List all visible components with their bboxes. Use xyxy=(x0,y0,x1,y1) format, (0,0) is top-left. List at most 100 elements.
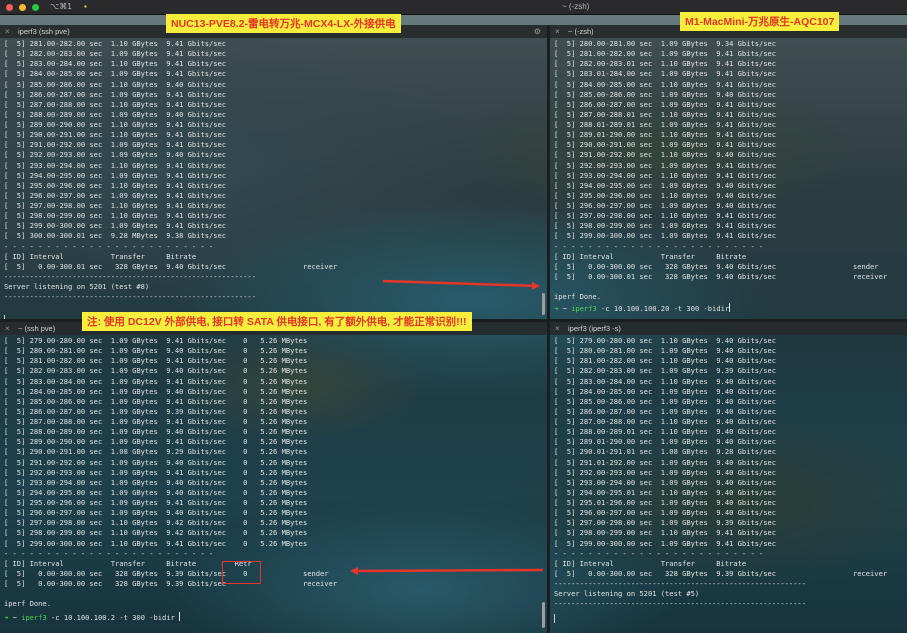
scrollbar[interactable] xyxy=(542,293,545,315)
terminal-cursor-line[interactable] xyxy=(554,614,555,626)
pane-top-left[interactable]: × iperf3 (ssh pve) ⚙ [ 5] 281.00-282.00 … xyxy=(0,25,547,319)
terminal-line: [ 5] 283.00-284.00 sec 1.10 GBytes 9.40 … xyxy=(554,376,777,386)
terminal-line: [ 5] 289.00-290.00 sec 1.09 GBytes 9.41 … xyxy=(4,437,308,447)
prompt-directory: ~ xyxy=(562,304,567,313)
terminal-line: [ 5] 285.00-286.00 sec 1.09 GBytes 9.41 … xyxy=(4,396,308,406)
pane-title: iperf3 (iperf3 -s) xyxy=(568,324,621,333)
terminal-line: - - - - - - - - - - - - - - - - - - - - … xyxy=(554,548,764,558)
command-args: -c 10.100.100.2 -t 300 -bidir xyxy=(46,613,175,622)
terminal-line: [ 5] 284.00-285.00 sec 1.09 GBytes 9.41 … xyxy=(4,69,227,79)
command-line[interactable]: ➜ ~ iperf3 -c 10.100.100.20 -t 300 -bidi… xyxy=(554,303,731,314)
terminal-line: [ 5] 0.00-300.00 sec 328 GBytes 9.40 Gbi… xyxy=(554,261,879,271)
terminal-output: [ 5] 281.00-282.00 sec 1.10 GBytes 9.41 … xyxy=(4,39,337,302)
terminal-line: ----------------------------------------… xyxy=(554,579,806,588)
terminal-line: [ 5] 280.00-281.00 sec 1.09 GBytes 9.34 … xyxy=(554,39,777,48)
close-pane-icon[interactable]: × xyxy=(5,25,10,38)
terminal-line: [ ID] Interval Transfer Bitrate Retr xyxy=(4,558,252,568)
command-line[interactable]: ➜ ~ iperf3 -c 10.100.100.2 -t 300 -bidir xyxy=(4,612,181,623)
terminal-line: [ 5] 294.00-295.00 sec 1.09 GBytes 9.40 … xyxy=(4,487,308,497)
scrollbar[interactable] xyxy=(542,602,545,628)
terminal-line: [ 5] 0.00-300.01 sec 328 GBytes 9.40 Gbi… xyxy=(554,271,888,281)
annotation-label-power-note: 注: 使用 DC12V 外部供电, 接口转 SATA 供电接口, 有了额外供电,… xyxy=(82,312,472,331)
terminal-line: [ 5] 285.00-286.00 sec 1.09 GBytes 9.40 … xyxy=(554,396,777,406)
terminal-output: [ 5] 280.00-281.00 sec 1.09 GBytes 9.34 … xyxy=(554,39,887,302)
screen: ⌥⌘1 ▪ ~ (-zsh) × iperf3 (ssh pve) ⚙ [ 5]… xyxy=(0,0,907,633)
terminal-line: Server listening on 5201 (test #5) xyxy=(554,589,700,599)
terminal-line: [ 5] 288.01-289.01 sec 1.09 GBytes 9.41 … xyxy=(554,120,777,129)
terminal-line: [ ID] Interval Transfer Bitrate xyxy=(4,251,197,261)
terminal-line: [ ID] Interval Transfer Bitrate xyxy=(554,251,747,261)
terminal-line: - - - - - - - - - - - - - - - - - - - - … xyxy=(4,548,214,558)
terminal-line: [ 5] 294.00-295.00 sec 1.09 GBytes 9.41 … xyxy=(4,170,227,180)
terminal-line: [ 5] 299.00-300.00 sec 1.10 GBytes 9.41 … xyxy=(4,538,308,548)
terminal-line: [ 5] 281.00-282.00 sec 1.09 GBytes 9.41 … xyxy=(4,356,308,366)
terminal-line: [ 5] 300.00-300.01 sec 9.28 MBytes 9.38 … xyxy=(4,231,227,241)
pane-bottom-right[interactable]: × iperf3 (iperf3 -s) [ 5] 279.00-280.00 … xyxy=(550,322,907,633)
terminal-line: [ 5] 279.00-280.00 sec 1.10 GBytes 9.40 … xyxy=(554,336,777,345)
terminal-line: [ 5] 297.00-298.00 sec 1.10 GBytes 9.41 … xyxy=(554,211,777,221)
zoom-window-button[interactable] xyxy=(32,4,39,11)
terminal-line: [ 5] 293.00-294.00 sec 1.10 GBytes 9.41 … xyxy=(4,160,227,170)
terminal-line: [ 5] 297.00-298.00 sec 1.09 GBytes 9.39 … xyxy=(554,518,777,528)
terminal-line: [ 5] 292.00-293.00 sec 1.09 GBytes 9.40 … xyxy=(554,467,777,477)
terminal-output: [ 5] 279.00-280.00 sec 1.09 GBytes 9.41 … xyxy=(4,336,337,609)
terminal-line: [ 5] 289.01-290.00 sec 1.10 GBytes 9.41 … xyxy=(554,130,777,140)
terminal-line: [ 5] 286.00-287.00 sec 1.09 GBytes 9.41 … xyxy=(4,89,227,99)
terminal-line: [ 5] 292.00-293.00 sec 1.09 GBytes 9.41 … xyxy=(4,467,308,477)
terminal-line: [ 5] 284.00-285.00 sec 1.09 GBytes 9.40 … xyxy=(4,386,308,396)
terminal-line: [ 5] 298.00-299.00 sec 1.10 GBytes 9.41 … xyxy=(4,211,227,221)
terminal-line: [ 5] 296.00-297.00 sec 1.09 GBytes 9.40 … xyxy=(554,508,777,518)
pane-top-right[interactable]: × ~ (-zsh) [ 5] 280.00-281.00 sec 1.09 G… xyxy=(550,25,907,319)
terminal-line: [ 5] 283.01-284.00 sec 1.09 GBytes 9.41 … xyxy=(554,69,777,79)
pane-title-bar: × iperf3 (iperf3 -s) xyxy=(550,322,907,335)
terminal-line: [ 5] 299.00-300.00 sec 1.09 GBytes 9.41 … xyxy=(554,538,777,548)
terminal-line: [ 5] 284.00-285.00 sec 1.09 GBytes 9.40 … xyxy=(554,386,777,396)
terminal-line: [ 5] 296.00-297.00 sec 1.09 GBytes 9.40 … xyxy=(4,508,308,518)
tab-shortcut[interactable]: ⌥⌘1 xyxy=(50,2,72,11)
terminal-line: [ 5] 286.00-287.00 sec 1.09 GBytes 9.41 … xyxy=(554,99,777,109)
terminal-line: [ ID] Interval Transfer Bitrate xyxy=(554,558,747,568)
pane-title: iperf3 (ssh pve) xyxy=(18,27,70,36)
window-title: ~ (-zsh) xyxy=(562,2,590,11)
terminal-line: ----------------------------------------… xyxy=(4,271,256,281)
terminal-line: Server listening on 5201 (test #8) xyxy=(4,282,150,291)
close-window-button[interactable] xyxy=(6,4,13,11)
terminal-line: [ 5] 282.00-283.00 sec 1.09 GBytes 9.39 … xyxy=(554,366,777,376)
terminal-line: [ 5] 292.00-293.00 sec 1.09 GBytes 9.40 … xyxy=(4,150,227,160)
terminal-line: ----------------------------------------… xyxy=(4,292,256,302)
terminal-line: [ 5] 288.00-289.00 sec 1.09 GBytes 9.40 … xyxy=(4,109,227,119)
terminal-line: [ 5] 0.00-300.00 sec 328 GBytes 9.39 Gbi… xyxy=(554,568,888,578)
terminal-line: [ 5] 290.00-291.00 sec 1.08 GBytes 9.29 … xyxy=(4,447,308,457)
minimize-window-button[interactable] xyxy=(19,4,26,11)
text-cursor xyxy=(179,612,181,621)
terminal-line: [ 5] 283.00-284.00 sec 1.09 GBytes 9.41 … xyxy=(4,376,308,386)
text-cursor xyxy=(729,303,731,312)
terminal-line: ----------------------------------------… xyxy=(554,599,806,609)
terminal-line: [ 5] 294.00-295.00 sec 1.09 GBytes 9.40 … xyxy=(554,180,777,190)
terminal-line: [ 5] 0.00-300.00 sec 328 GBytes 9.39 Gbi… xyxy=(4,568,329,578)
terminal-line: [ 5] 280.00-281.00 sec 1.09 GBytes 9.40 … xyxy=(554,346,777,356)
terminal-line: [ 5] 282.00-283.00 sec 1.09 GBytes 9.40 … xyxy=(4,366,308,376)
terminal-line: [ 5] 293.00-294.00 sec 1.09 GBytes 9.40 … xyxy=(554,477,777,487)
terminal-line: [ 5] 290.01-291.01 sec 1.08 GBytes 9.28 … xyxy=(554,447,777,457)
terminal-line: [ 5] 281.00-282.00 sec 1.10 GBytes 9.41 … xyxy=(4,39,227,48)
terminal-line: [ 5] 293.00-294.00 sec 1.10 GBytes 9.41 … xyxy=(554,170,777,180)
terminal-line: [ 5] 0.00-300.01 sec 328 GBytes 9.40 Gbi… xyxy=(4,261,338,271)
terminal-line: [ 5] 295.00-296.00 sec 1.10 GBytes 9.41 … xyxy=(4,180,227,190)
command-args: -c 10.100.100.20 -t 300 -bidir xyxy=(596,304,730,313)
close-pane-icon[interactable]: × xyxy=(555,322,560,335)
terminal-line: [ 5] 291.00-292.00 sec 1.09 GBytes 9.41 … xyxy=(4,140,227,150)
terminal-line: iperf Done. xyxy=(554,292,601,302)
terminal-line: [ 5] 293.00-294.00 sec 1.09 GBytes 9.40 … xyxy=(4,477,308,487)
close-pane-icon[interactable]: × xyxy=(555,25,560,38)
terminal-output: [ 5] 279.00-280.00 sec 1.10 GBytes 9.40 … xyxy=(554,336,887,609)
pane-bottom-left[interactable]: × ~ (ssh pve) [ 5] 279.00-280.00 sec 1.0… xyxy=(0,322,547,633)
vertical-divider[interactable] xyxy=(547,25,550,633)
terminal-line: [ 5] 283.00-284.00 sec 1.10 GBytes 9.41 … xyxy=(4,59,227,69)
terminal-line: [ 5] 291.00-292.00 sec 1.09 GBytes 9.40 … xyxy=(4,457,308,467)
close-pane-icon[interactable]: × xyxy=(5,322,10,335)
gear-icon[interactable]: ⚙ xyxy=(534,25,541,38)
retr-highlight-box xyxy=(222,561,261,584)
